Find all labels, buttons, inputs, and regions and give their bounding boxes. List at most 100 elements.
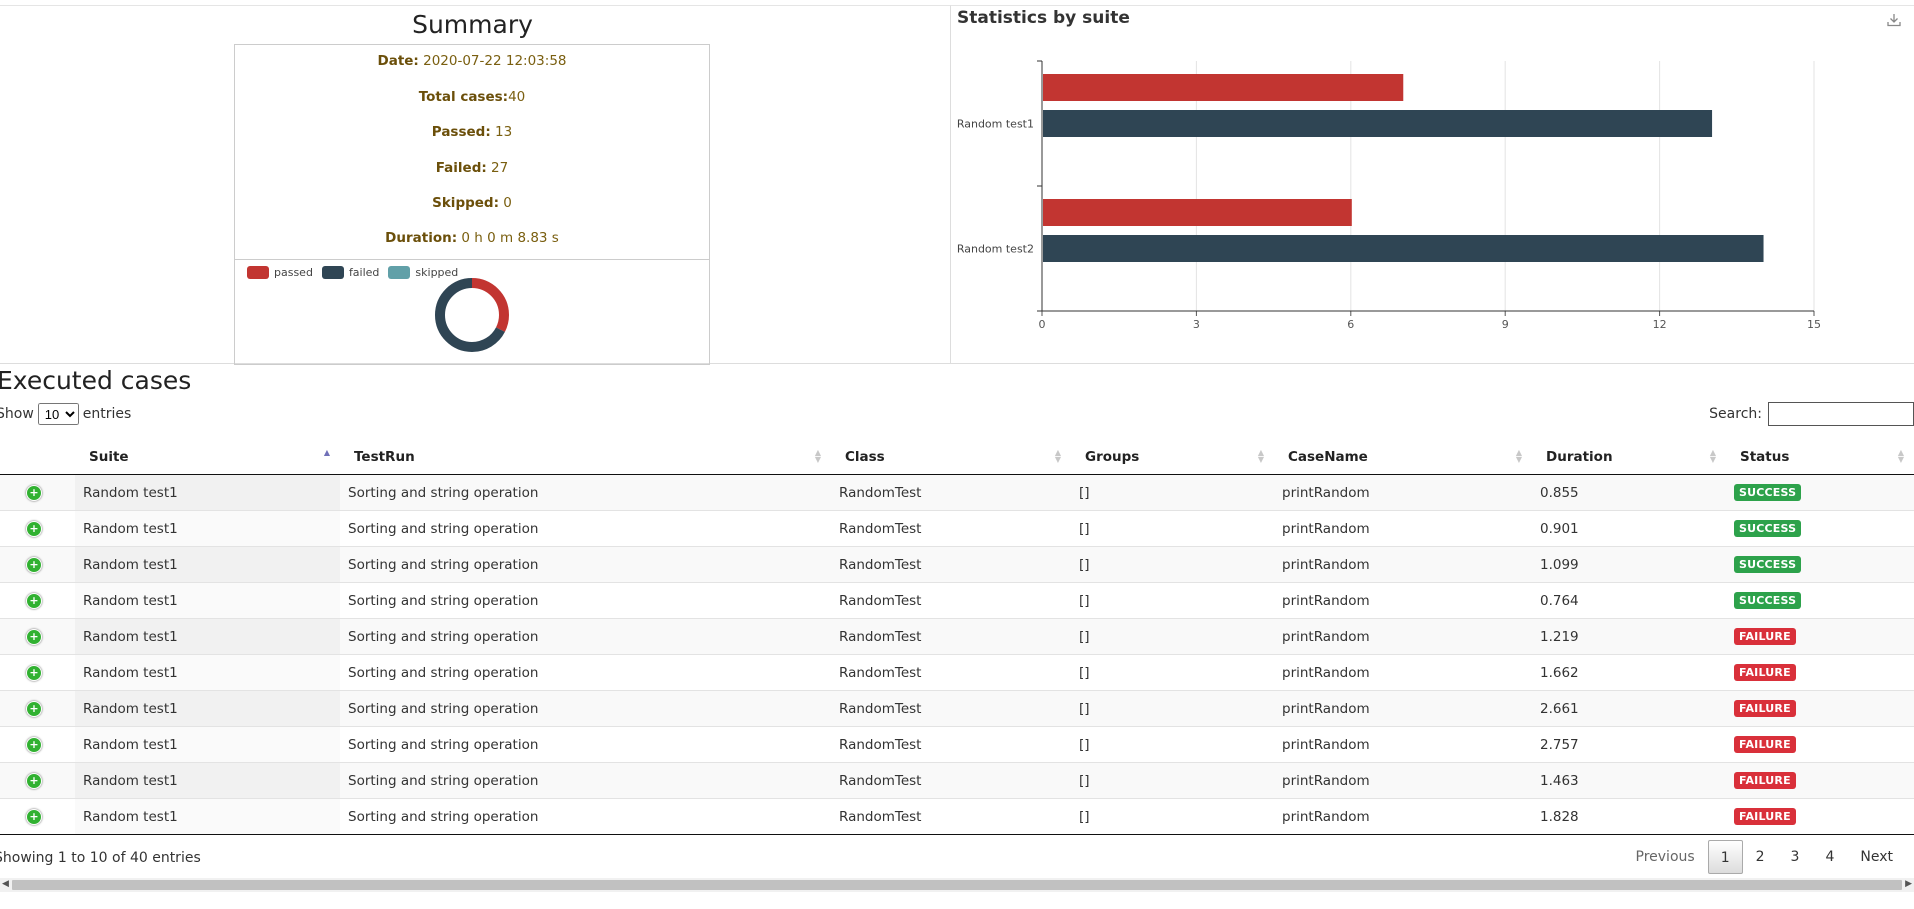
expand-row-icon[interactable]: + <box>26 484 42 501</box>
cell-groups: [] <box>1071 762 1274 799</box>
expand-row-icon[interactable]: + <box>26 808 42 825</box>
col-header-class[interactable]: Class ▲ ▼ <box>831 440 1071 475</box>
total-cases-value: 40 <box>508 89 526 105</box>
cell-suite: Random test1 <box>75 654 340 691</box>
scroll-right-icon[interactable]: ▶ <box>1905 879 1912 889</box>
cell-casename: printRandom <box>1274 690 1532 727</box>
horizontal-scrollbar[interactable]: ◀ ▶ <box>0 878 1914 892</box>
table-row[interactable]: + Random test1 Sorting and string operatio… <box>0 510 1914 547</box>
search-input[interactable] <box>1768 402 1914 426</box>
col-header-groups[interactable]: Groups ▲ ▼ <box>1071 440 1274 475</box>
passed-label: Passed: <box>431 124 491 140</box>
cell-testrun: Sorting and string operation <box>340 582 831 619</box>
previous-button[interactable]: Previous <box>1623 840 1708 874</box>
expand-row-icon[interactable]: + <box>26 520 42 537</box>
sort-both-icon: ▲ ▼ <box>814 448 821 464</box>
cell-testrun: Sorting and string operation <box>340 474 831 511</box>
expand-row-icon[interactable]: + <box>26 700 42 717</box>
page-button-1[interactable]: 1 <box>1707 840 1743 874</box>
table-row[interactable]: + Random test1 Sorting and string operatio… <box>0 474 1914 511</box>
cell-class: RandomTest <box>831 762 1071 799</box>
cell-groups: [] <box>1071 690 1274 727</box>
x-tick-label: 12 <box>1653 318 1667 331</box>
cell-testrun: Sorting and string operation <box>340 546 831 583</box>
duration-label: Duration: <box>385 230 458 246</box>
col-header-casename[interactable]: CaseName ▲ ▼ <box>1274 440 1532 475</box>
status-badge: FAILURE <box>1734 808 1796 825</box>
col-header-testrun[interactable]: TestRun ▲ ▼ <box>340 440 831 475</box>
page-button-3[interactable]: 3 <box>1778 840 1813 874</box>
cell-suite: Random test1 <box>75 798 340 835</box>
total-cases-label: Total cases: <box>418 89 509 105</box>
next-button[interactable]: Next <box>1847 840 1906 874</box>
expand-row-icon[interactable]: + <box>26 664 42 681</box>
scroll-left-icon[interactable]: ◀ <box>2 879 9 889</box>
table-row[interactable]: + Random test1 Sorting and string operatio… <box>0 546 1914 583</box>
expand-row-icon[interactable]: + <box>26 556 42 573</box>
cell-status: SUCCESS <box>1726 474 1914 511</box>
expand-row-icon[interactable]: + <box>26 628 42 645</box>
entries-label: entries <box>82 406 132 422</box>
col-header-status-label: Status <box>1740 449 1790 465</box>
legend-failed-label: failed <box>348 266 380 279</box>
col-header-status[interactable]: Status ▲ ▼ <box>1726 440 1914 475</box>
table-row[interactable]: + Random test1 Sorting and string operatio… <box>0 582 1914 619</box>
page-button-2[interactable]: 2 <box>1743 840 1778 874</box>
row-control-cell: + <box>0 726 75 763</box>
cell-suite: Random test1 <box>75 690 340 727</box>
cell-casename: printRandom <box>1274 618 1532 655</box>
cell-duration: 2.661 <box>1532 690 1726 727</box>
cell-groups: [] <box>1071 726 1274 763</box>
cell-duration: 0.764 <box>1532 582 1726 619</box>
cell-duration: 1.099 <box>1532 546 1726 583</box>
page-button-4[interactable]: 4 <box>1812 840 1847 874</box>
expand-row-icon[interactable]: + <box>26 736 42 753</box>
expand-row-icon[interactable]: + <box>26 772 42 789</box>
search-box: Search: <box>1709 402 1914 426</box>
row-control-cell: + <box>0 762 75 799</box>
table-row[interactable]: + Random test1 Sorting and string operatio… <box>0 654 1914 691</box>
cell-class: RandomTest <box>831 690 1071 727</box>
row-control-cell: + <box>0 510 75 547</box>
col-header-suite-label: Suite <box>89 449 129 465</box>
status-badge: FAILURE <box>1734 772 1796 789</box>
cell-class: RandomTest <box>831 474 1071 511</box>
scrollbar-thumb[interactable] <box>12 880 1902 890</box>
cell-testrun: Sorting and string operation <box>340 654 831 691</box>
cell-casename: printRandom <box>1274 798 1532 835</box>
table-row[interactable]: + Random test1 Sorting and string operatio… <box>0 690 1914 727</box>
cell-duration: 1.828 <box>1532 798 1726 835</box>
status-badge: FAILURE <box>1734 736 1796 753</box>
cell-suite: Random test1 <box>75 546 340 583</box>
cell-status: FAILURE <box>1726 762 1914 799</box>
entries-select[interactable]: 10 <box>37 403 79 425</box>
failed-row: Failed: 27 <box>235 160 709 176</box>
cell-casename: printRandom <box>1274 546 1532 583</box>
summary-panel: Summary Date: 2020-07-22 12:03:58 Total … <box>0 5 951 365</box>
cell-casename: printRandom <box>1274 582 1532 619</box>
cell-groups: [] <box>1071 510 1274 547</box>
table-row[interactable]: + Random test1 Sorting and string operatio… <box>0 798 1914 835</box>
col-header-suite[interactable]: Suite ▲ <box>75 440 340 475</box>
expand-row-icon[interactable]: + <box>26 592 42 609</box>
cell-casename: printRandom <box>1274 654 1532 691</box>
col-header-testrun-label: TestRun <box>354 449 415 465</box>
legend-passed[interactable]: passed <box>247 266 313 279</box>
pagination: Previous 1 2 3 4 Next <box>1623 840 1906 874</box>
col-header-duration[interactable]: Duration ▲ ▼ <box>1532 440 1726 475</box>
sort-both-icon: ▲ ▼ <box>1515 448 1522 464</box>
failed-value: 27 <box>486 160 509 176</box>
executed-cases-title: Executed cases <box>0 366 192 395</box>
legend-failed[interactable]: failed <box>321 266 380 279</box>
cell-class: RandomTest <box>831 618 1071 655</box>
table-row[interactable]: + Random test1 Sorting and string operatio… <box>0 762 1914 799</box>
cell-casename: printRandom <box>1274 474 1532 511</box>
x-tick-label: 15 <box>1807 318 1821 331</box>
summary-title: Summary <box>412 10 533 39</box>
cell-testrun: Sorting and string operation <box>340 618 831 655</box>
table-row[interactable]: + Random test1 Sorting and string operatio… <box>0 618 1914 655</box>
cell-class: RandomTest <box>831 546 1071 583</box>
table-row[interactable]: + Random test1 Sorting and string operatio… <box>0 726 1914 763</box>
cell-groups: [] <box>1071 474 1274 511</box>
duration-row: Duration: 0 h 0 m 8.83 s <box>235 230 709 246</box>
